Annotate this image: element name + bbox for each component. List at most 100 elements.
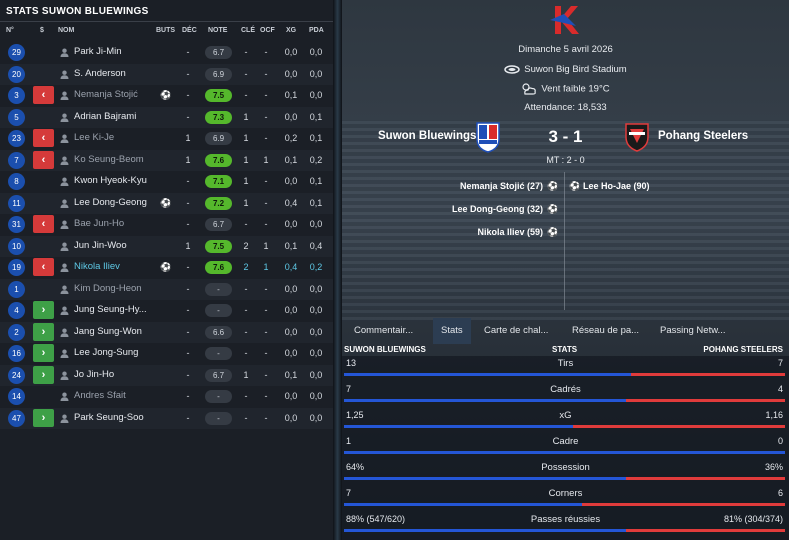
col-header-xg[interactable]: XG [286,27,296,34]
sub-out-button[interactable]: ‹ [33,215,54,233]
col-header-dec[interactable]: DÉC [182,27,197,34]
sub-in-button[interactable]: › [33,408,54,427]
home-scorer-1[interactable]: Nemanja Stojić (27) [460,181,543,191]
stat-cell-dec: 1 [185,240,191,251]
player-name[interactable]: Park Ji-Min [74,46,122,57]
tab-commentary[interactable]: Commentair... [354,318,413,344]
player-row[interactable]: 10 Jun Jin-Woo 7.5 1 2 1 0,1 0,4 [0,235,333,257]
stat-cell-pda: 0,1 [309,111,323,122]
stat-cell-pda: 0,2 [309,262,323,272]
player-row[interactable]: 8 Kwon Hyeok-Kyu 7.1 - 1 - 0,0 0,1 [0,171,333,192]
stat-cell-dec: - [186,176,190,186]
sub-out-button[interactable]: ‹ [33,258,54,276]
player-row[interactable]: 29 Park Ji-Min 6.7 - - - 0,0 0,0 [0,42,333,63]
tab-passing-network[interactable]: Passing Netw... [660,318,725,344]
rating-badge: 6.7 [205,218,232,231]
away-team-crest[interactable] [624,121,650,153]
player-name[interactable]: Jun Jin-Woo [74,240,127,251]
tab-stats[interactable]: Stats [433,318,471,344]
player-row[interactable]: 20 S. Anderson 6.9 - - - 0,0 0,0 [0,63,333,85]
tab-bar: Commentair... Stats Carte de chal... Rés… [342,318,789,344]
stat-cell-pda: 0,0 [309,391,323,401]
sub-out-button[interactable]: ‹ [33,86,54,104]
player-row[interactable]: 3 ‹ Nemanja Stojić ⚽ 7.5 - - - 0,1 0,0 [0,85,333,106]
stat-cell-cle: - [244,68,248,79]
sub-out-button[interactable]: ‹ [33,150,54,169]
player-row[interactable]: 19 ‹ Nikola Iliev ⚽ 7.6 - 2 1 0,4 0,2 [0,257,333,278]
stat-cell-ocf: - [264,412,268,423]
rating-badge: 7.6 [205,153,232,167]
player-name[interactable]: Park Seung-Soo [74,412,144,423]
col-header-name[interactable]: NOM [58,27,74,34]
player-row[interactable]: 4 › Jung Seung-Hy... - - - - 0,0 0,0 [0,300,333,321]
player-row[interactable]: 5 Adrian Bajrami 7.3 - 1 - 0,0 0,1 [0,106,333,128]
stat-cell-ocf: - [264,176,268,186]
player-name[interactable]: Jo Jin-Ho [74,369,114,380]
sub-in-button[interactable]: › [33,344,54,362]
player-name[interactable]: Kwon Hyeok-Kyu [74,175,147,186]
goal-ball-icon: ⚽ [569,181,581,191]
player-name[interactable]: Lee Dong-Geong [74,197,147,208]
shirt-number-badge: 2 [8,323,25,341]
stat-cell-xg: 0,0 [284,348,298,358]
player-row[interactable]: 47 › Park Seung-Soo - - - - 0,0 0,0 [0,407,333,429]
stat-row: 13 Tirs 7 [342,356,789,382]
player-row[interactable]: 23 ‹ Lee Ki-Je 6.9 1 1 - 0,2 0,1 [0,128,333,149]
player-icon [60,70,69,79]
away-team-name[interactable]: Pohang Steelers [658,130,748,142]
stat-cell-cle: - [244,47,248,57]
home-scorer-2[interactable]: Lee Dong-Geong (32) [452,204,543,214]
player-row[interactable]: 14 Andres Sfait - - - - 0,0 0,0 [0,386,333,407]
player-name[interactable]: Kim Dong-Heon [74,283,142,294]
player-name[interactable]: Ko Seung-Beom [74,154,144,165]
stat-cell-pda: 0,0 [309,412,323,423]
panel-divider[interactable] [333,0,342,540]
sub-out-button[interactable]: ‹ [33,129,54,147]
player-name[interactable]: S. Anderson [74,68,126,79]
player-row[interactable]: 1 Kim Dong-Heon - - - - 0,0 0,0 [0,278,333,300]
player-name[interactable]: Nemanja Stojić [74,89,138,100]
player-name[interactable]: Lee Ki-Je [74,132,114,143]
col-header-ocf[interactable]: OCF [260,27,275,34]
home-scorer-3[interactable]: Nikola Iliev (59) [477,227,543,237]
sub-in-button[interactable]: › [33,322,54,341]
player-row[interactable]: 2 › Jang Sung-Won 6.6 - - - 0,0 0,0 [0,321,333,343]
tab-heatmap[interactable]: Carte de chal... [484,318,548,344]
col-header-xa[interactable]: PDA [309,27,324,34]
away-bar-fill [573,425,785,428]
sub-in-button[interactable]: › [33,365,54,384]
player-row[interactable]: 31 ‹ Bae Jun-Ho 6.7 - - - 0,0 0,0 [0,214,333,235]
stat-cell-xg: 0,0 [284,47,298,57]
player-name[interactable]: Jung Seung-Hy... [74,304,147,315]
col-header-note[interactable]: NOTE [208,27,227,34]
player-icon [60,328,69,337]
stat-cell-pda: 0,0 [309,326,323,337]
rating-badge: - [205,304,232,317]
player-row[interactable]: 7 ‹ Ko Seung-Beom 7.6 1 1 1 0,1 0,2 [0,149,333,171]
player-name[interactable]: Adrian Bajrami [74,111,136,122]
title-divider [0,21,333,22]
player-name[interactable]: Bae Jun-Ho [74,218,124,229]
col-header-key[interactable]: CLÉ [241,27,255,34]
col-header-num[interactable]: N° [6,27,14,34]
goal-ball-icon: ⚽ [160,262,172,272]
player-row[interactable]: 11 Lee Dong-Geong ⚽ 7.2 - 1 - 0,4 0,1 [0,192,333,214]
col-header-sub[interactable]: $ [40,27,44,34]
tab-pass-network[interactable]: Réseau de pa... [572,318,639,344]
player-name[interactable]: Jang Sung-Won [74,326,142,337]
col-header-goals[interactable]: BUTS [156,27,175,34]
stat-cell-dec: - [186,391,190,401]
away-scorer-1[interactable]: Lee Ho-Jae (90) [583,181,650,191]
player-name[interactable]: Andres Sfait [74,390,126,401]
player-row[interactable]: 24 › Jo Jin-Ho 6.7 - 1 - 0,1 0,0 [0,364,333,386]
player-row[interactable]: 16 › Lee Jong-Sung - - - - 0,0 0,0 [0,343,333,364]
stat-cell-dec: - [186,219,190,229]
shirt-number-badge: 8 [8,173,25,190]
stat-cell-xg: 0,0 [284,219,298,229]
sub-in-button[interactable]: › [33,301,54,319]
away-stat-value: 6 [777,488,783,498]
player-name[interactable]: Nikola Iliev [74,261,120,272]
goal-ball-icon: ⚽ [547,181,559,191]
player-name[interactable]: Lee Jong-Sung [74,347,138,358]
away-bar-fill [582,503,785,506]
